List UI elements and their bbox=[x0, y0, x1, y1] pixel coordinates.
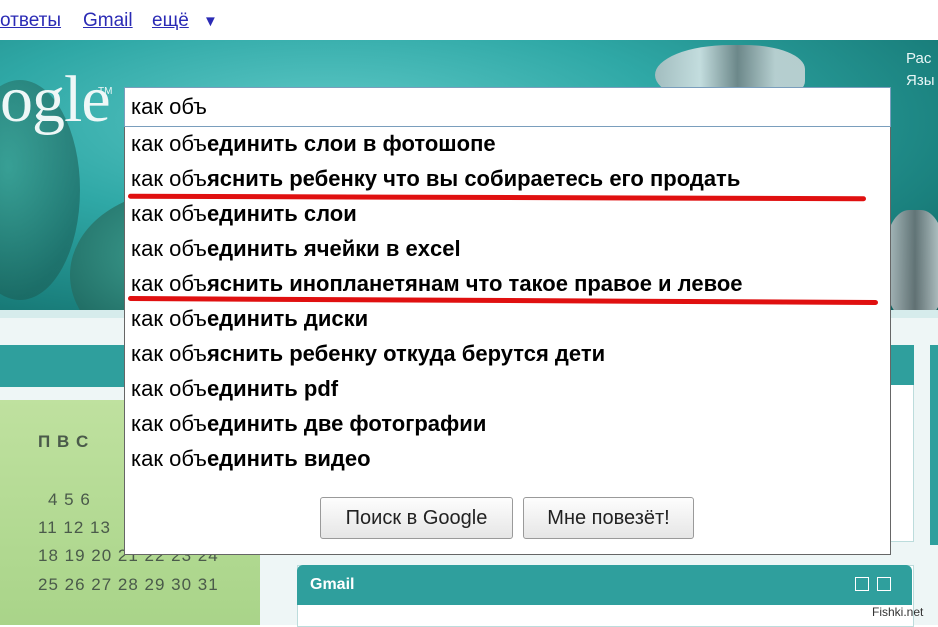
suggestion-completion: единить слои в фотошопе bbox=[206, 131, 496, 156]
suggestion-completion: яснить инопланетянам что такое правое и … bbox=[206, 271, 743, 296]
suggestion-item[interactable]: как объединить слои в фотошопе bbox=[131, 131, 496, 157]
chevron-down-icon[interactable]: ▼ bbox=[203, 13, 218, 30]
suggestion-item[interactable]: как объяснить ребенку откуда берутся дет… bbox=[131, 341, 605, 367]
suggestion-prefix: как объ bbox=[131, 236, 207, 261]
suggestion-completion: единить слои bbox=[206, 201, 357, 226]
suggestion-prefix: как объ bbox=[131, 201, 207, 226]
suggestion-item[interactable]: как объединить слои bbox=[131, 201, 357, 227]
suggestion-item[interactable]: как объяснить ребенку что вы собираетесь… bbox=[131, 166, 740, 192]
suggestion-completion: единить видео bbox=[206, 446, 371, 471]
suggestion-item[interactable]: как объяснить инопланетянам что такое пр… bbox=[131, 271, 743, 297]
suggestion-prefix: как объ bbox=[131, 341, 207, 366]
suggestion-prefix: как объ bbox=[131, 376, 207, 401]
suggestion-item[interactable]: как объединить pdf bbox=[131, 376, 338, 402]
watermark: Fishki.net bbox=[872, 605, 924, 619]
gmail-widget-header bbox=[297, 565, 912, 605]
minimize-icon[interactable] bbox=[855, 577, 869, 591]
suggestion-prefix: как объ bbox=[131, 411, 207, 436]
suggestion-item[interactable]: как объединить две фотографии bbox=[131, 411, 486, 437]
suggestion-completion: единить диски bbox=[206, 306, 369, 331]
calendar-weekday-header: П В С bbox=[38, 432, 90, 451]
suggestion-item[interactable]: как объединить ячейки в excel bbox=[131, 236, 461, 262]
search-input[interactable] bbox=[124, 87, 891, 127]
calendar-week-row: 25 26 27 28 29 30 31 bbox=[38, 575, 219, 594]
google-logo: ogle bbox=[0, 63, 111, 136]
suggestion-completion: единить ячейки в excel bbox=[206, 236, 461, 261]
calendar-week-row: 4 5 6 bbox=[48, 490, 91, 509]
suggestion-completion: яснить ребенку что вы собираетесь его пр… bbox=[206, 166, 741, 191]
nav-link-gmail[interactable]: Gmail bbox=[83, 10, 133, 32]
autocomplete-dropdown: как объединить слои в фотошопе как объяс… bbox=[124, 127, 891, 555]
suggestion-item[interactable]: как объединить диски bbox=[131, 306, 368, 332]
maximize-icon[interactable] bbox=[877, 577, 891, 591]
suggestion-completion: единить pdf bbox=[206, 376, 339, 401]
suggestion-prefix: как объ bbox=[131, 166, 207, 191]
suggestion-item[interactable]: как объединить видео bbox=[131, 446, 371, 472]
top-nav-bar: ответы Gmail ещё ▼ bbox=[0, 0, 938, 40]
logo-trademark: TM bbox=[98, 86, 113, 97]
header-right-links: Рас Язы bbox=[906, 48, 935, 92]
suggestion-prefix: как объ bbox=[131, 271, 207, 296]
nav-link-otvety[interactable]: ответы bbox=[0, 10, 61, 32]
suggestion-prefix: как объ bbox=[131, 131, 207, 156]
nav-link-more[interactable]: ещё bbox=[152, 10, 189, 32]
header-link-language[interactable]: Язы bbox=[906, 70, 935, 92]
feeling-lucky-button[interactable]: Мне повезёт! bbox=[523, 497, 694, 539]
background-fish-image bbox=[885, 210, 938, 310]
gmail-widget-title: Gmail bbox=[310, 576, 355, 593]
google-search-button[interactable]: Поиск в Google bbox=[320, 497, 513, 539]
calendar-week-row: 11 12 13 bbox=[38, 518, 111, 537]
header-link-advanced[interactable]: Рас bbox=[906, 48, 935, 70]
far-right-widget-edge bbox=[930, 345, 938, 545]
suggestion-prefix: как объ bbox=[131, 306, 207, 331]
suggestion-completion: единить две фотографии bbox=[206, 411, 487, 436]
suggestion-completion: яснить ребенку откуда берутся дети bbox=[206, 341, 606, 366]
suggestion-prefix: как объ bbox=[131, 446, 207, 471]
